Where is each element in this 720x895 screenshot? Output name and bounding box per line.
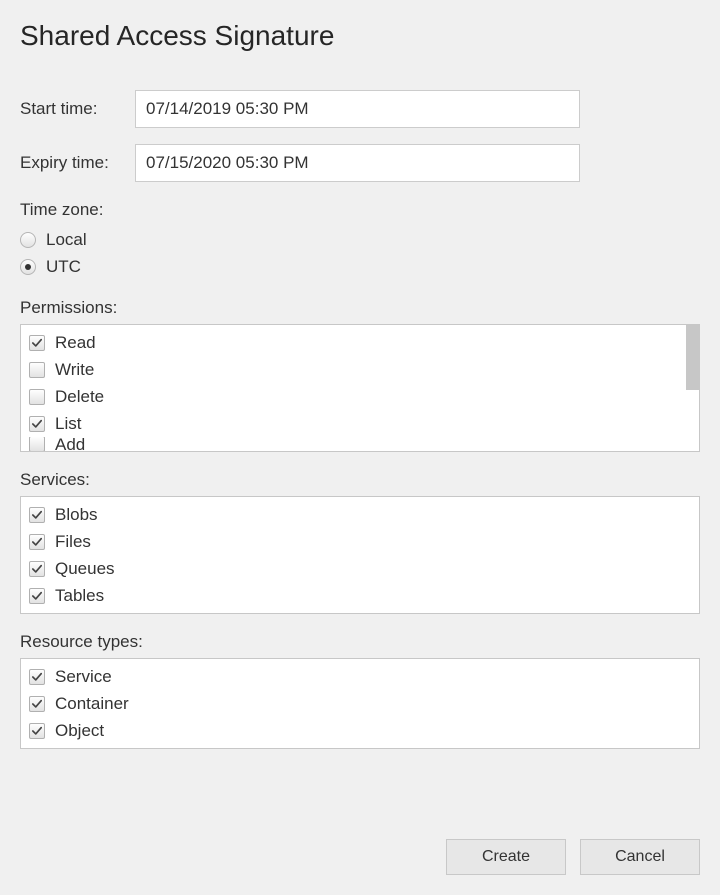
checkbox-icon (29, 588, 45, 604)
cancel-button[interactable]: Cancel (580, 839, 700, 875)
service-item-files[interactable]: Files (29, 528, 693, 555)
checkbox-icon (29, 437, 45, 451)
services-label: Services: (20, 470, 700, 490)
permission-item-write[interactable]: Write (29, 356, 691, 383)
resourcetype-item-service[interactable]: Service (29, 663, 693, 690)
radio-label: Local (46, 226, 87, 253)
checkbox-icon (29, 416, 45, 432)
checkbox-label: Container (55, 690, 129, 717)
checkbox-label: Delete (55, 383, 104, 410)
checkbox-label: Files (55, 528, 91, 555)
checkbox-label: Read (55, 329, 96, 356)
checkbox-icon (29, 723, 45, 739)
service-item-blobs[interactable]: Blobs (29, 501, 693, 528)
expiry-time-label: Expiry time: (20, 153, 135, 173)
radio-label: UTC (46, 253, 81, 280)
create-button[interactable]: Create (446, 839, 566, 875)
permission-item-add[interactable]: Add (29, 437, 691, 451)
checkbox-label: Object (55, 717, 104, 744)
radio-option-local[interactable]: Local (20, 226, 700, 253)
checkbox-label: Write (55, 356, 94, 383)
resourcetype-item-container[interactable]: Container (29, 690, 693, 717)
checkbox-label: List (55, 410, 81, 437)
checkbox-icon (29, 696, 45, 712)
start-time-label: Start time: (20, 99, 135, 119)
service-item-tables[interactable]: Tables (29, 582, 693, 609)
radio-icon (20, 232, 36, 248)
page-title: Shared Access Signature (20, 20, 700, 52)
services-listbox: Blobs Files Queues Tables (20, 496, 700, 614)
service-item-queues[interactable]: Queues (29, 555, 693, 582)
resourcetypes-listbox: Service Container Object (20, 658, 700, 749)
timezone-label: Time zone: (20, 200, 700, 220)
checkbox-icon (29, 561, 45, 577)
checkbox-label: Queues (55, 555, 115, 582)
resourcetypes-label: Resource types: (20, 632, 700, 652)
checkbox-icon (29, 507, 45, 523)
radio-icon (20, 259, 36, 275)
permission-item-delete[interactable]: Delete (29, 383, 691, 410)
expiry-time-input[interactable] (135, 144, 580, 182)
checkbox-label: Blobs (55, 501, 98, 528)
checkbox-icon (29, 669, 45, 685)
scrollbar-thumb[interactable] (686, 325, 699, 390)
start-time-input[interactable] (135, 90, 580, 128)
checkbox-icon (29, 362, 45, 378)
checkbox-label: Add (55, 437, 85, 451)
radio-option-utc[interactable]: UTC (20, 253, 700, 280)
checkbox-icon (29, 335, 45, 351)
checkbox-icon (29, 389, 45, 405)
checkbox-label: Service (55, 663, 112, 690)
permissions-label: Permissions: (20, 298, 700, 318)
resourcetype-item-object[interactable]: Object (29, 717, 693, 744)
permission-item-read[interactable]: Read (29, 329, 691, 356)
permissions-listbox[interactable]: Read Write Delete List Add (20, 324, 700, 452)
checkbox-icon (29, 534, 45, 550)
checkbox-label: Tables (55, 582, 104, 609)
permission-item-list[interactable]: List (29, 410, 691, 437)
